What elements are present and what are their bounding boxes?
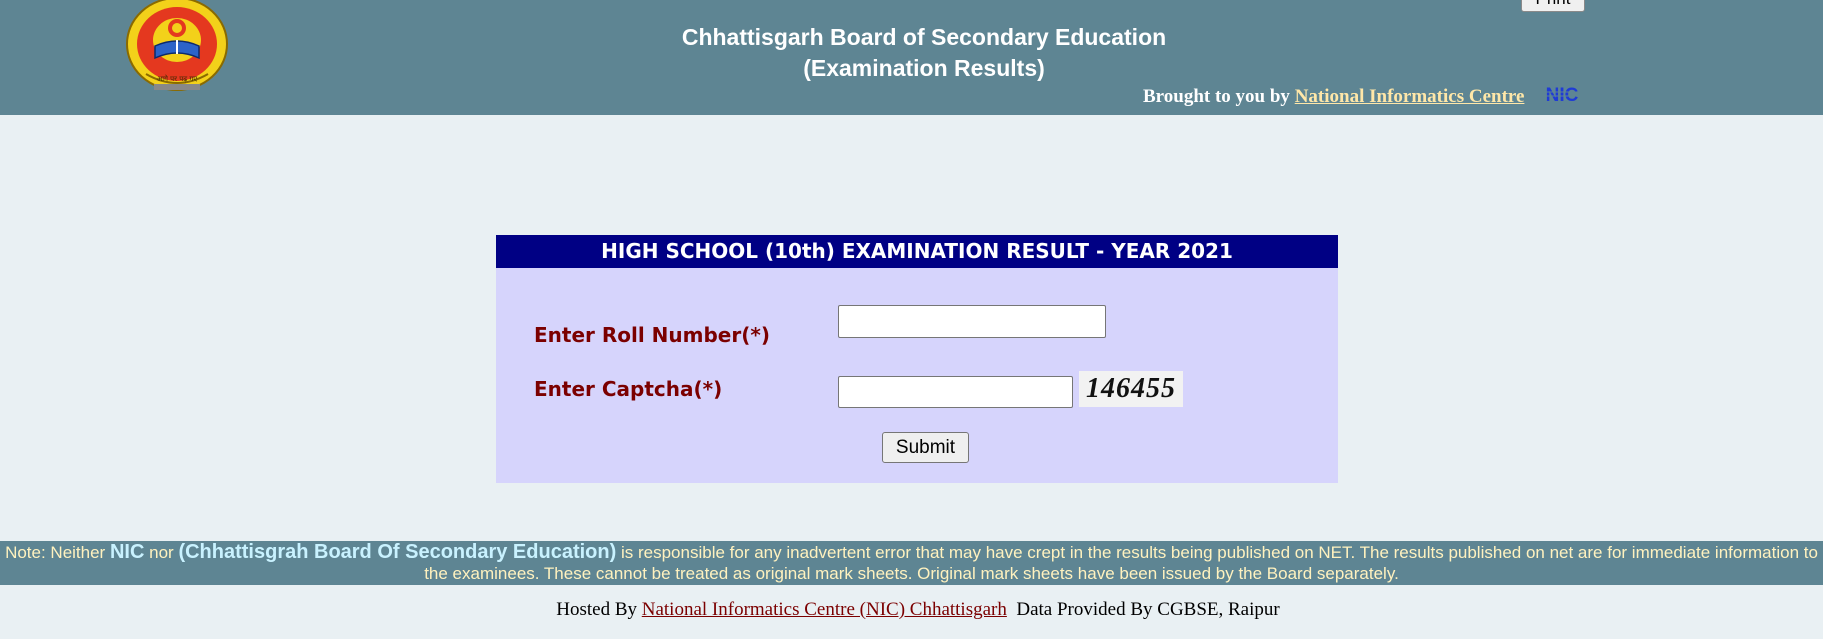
result-form: HIGH SCHOOL (10th) EXAMINATION RESULT - …	[496, 235, 1338, 483]
captcha-image: 146455	[1079, 371, 1183, 407]
note-mid: nor	[144, 543, 179, 562]
print-button[interactable]: Print	[1521, 0, 1585, 12]
note-board: (Chhattisgrah Board Of Secondary Educati…	[178, 541, 617, 563]
note-prefix: Note: Neither	[5, 543, 110, 562]
note-nic: NIC	[109, 541, 145, 563]
roll-number-input[interactable]	[838, 305, 1106, 338]
data-provided-text: Data Provided By CGBSE, Raipur	[1006, 599, 1280, 620]
brought-prefix: Brought to you by	[1143, 86, 1295, 107]
nic-link[interactable]: National Informatics Centre	[1295, 86, 1525, 107]
nic-chhattisgarh-link[interactable]: National Informatics Centre (NIC) Chhatt…	[642, 599, 1007, 620]
submit-button[interactable]: Submit	[882, 432, 969, 463]
footer: Hosted By National Informatics Centre (N…	[0, 599, 1823, 621]
roll-number-label: Enter Roll Number(*)	[534, 323, 770, 347]
captcha-input[interactable]	[838, 376, 1073, 408]
note-rest: is responsible for any inadvertent error…	[424, 543, 1818, 583]
hosted-prefix: Hosted By	[556, 599, 642, 620]
site-title: Chhattisgarh Board of Secondary Educatio…	[681, 24, 1167, 50]
captcha-label: Enter Captcha(*)	[534, 377, 723, 401]
nic-logo: NIC	[1539, 85, 1585, 106]
form-heading: HIGH SCHOOL (10th) EXAMINATION RESULT - …	[496, 235, 1338, 268]
site-subtitle: (Examination Results)	[803, 55, 1045, 81]
disclaimer-note: Note: Neither NIC nor (Chhattisgrah Boar…	[0, 541, 1823, 585]
header-bar: आगे पर पढ़ गए Chhattisgarh Board of Seco…	[0, 0, 1823, 115]
brought-to-you: Brought to you by National Informatics C…	[1143, 86, 1524, 108]
